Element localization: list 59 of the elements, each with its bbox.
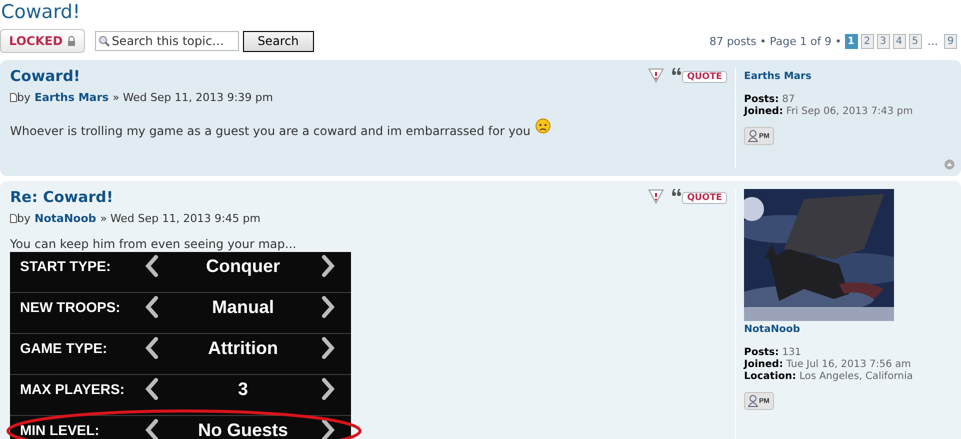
chevron-right-icon[interactable] xyxy=(321,337,335,359)
byline-prefix: by xyxy=(17,91,30,104)
setting-value: Conquer xyxy=(206,256,280,276)
chevron-left-icon[interactable] xyxy=(145,296,159,318)
profile-name[interactable]: NotaNoob xyxy=(744,324,960,335)
setting-value: Attrition xyxy=(208,338,278,358)
search-field[interactable]: Search this topic… xyxy=(94,31,239,51)
chevron-right-icon[interactable] xyxy=(321,296,335,318)
setting-value: 3 xyxy=(238,380,248,398)
page-link[interactable]: 5 xyxy=(908,34,922,48)
report-icon[interactable] xyxy=(648,68,664,83)
locked-button[interactable]: LOCKED xyxy=(0,29,85,53)
post-text: You can keep him from even seeing your map... xyxy=(10,237,296,251)
quote-mark-icon xyxy=(672,68,682,76)
profile-field: Joined: Tue Jul 16, 2013 7:56 am xyxy=(744,359,960,371)
search-icon xyxy=(98,35,110,47)
setting-label: START TYPE: xyxy=(20,257,112,275)
setting-value: Manual xyxy=(212,298,274,316)
post-date: » Wed Sep 11, 2013 9:39 pm xyxy=(112,91,273,104)
pagination-summary: 87 posts • Page 1 of 9 • xyxy=(709,34,842,48)
author-link[interactable]: NotaNoob xyxy=(34,212,96,225)
post-title[interactable]: Re: Coward! xyxy=(10,187,114,207)
setting-value: No Guests xyxy=(198,420,288,439)
topic-title: Coward! xyxy=(0,0,82,24)
quote-mark-icon xyxy=(672,189,682,197)
setting-label: GAME TYPE: xyxy=(20,339,108,357)
profile-field: Location: Los Angeles, California xyxy=(744,371,960,383)
profile-field: Joined: Fri Sep 06, 2013 7:43 pm xyxy=(744,106,960,118)
author-link[interactable]: Earths Mars xyxy=(34,91,109,104)
lock-icon xyxy=(66,36,76,46)
post-title[interactable]: Coward! xyxy=(10,66,80,86)
page-link[interactable]: 9 xyxy=(944,34,957,48)
chevron-left-icon[interactable] xyxy=(145,419,159,439)
chevron-left-icon[interactable] xyxy=(145,378,159,400)
page-link[interactable]: 2 xyxy=(860,34,874,48)
profile-field: Posts: 87 xyxy=(744,94,960,106)
post-date: » Wed Sep 11, 2013 9:45 pm xyxy=(100,212,260,225)
user-icon xyxy=(748,130,758,142)
chevron-left-icon[interactable] xyxy=(145,255,159,277)
search-button[interactable]: Search xyxy=(242,30,314,52)
page-link[interactable]: 3 xyxy=(876,34,890,48)
chevron-right-icon[interactable] xyxy=(321,419,335,439)
profile-field: Posts: 131 xyxy=(744,347,960,359)
post-icon xyxy=(10,214,17,223)
byline-prefix: by xyxy=(17,212,30,225)
page-link[interactable]: 4 xyxy=(892,34,906,48)
post-icon xyxy=(10,93,17,102)
profile-name[interactable]: Earths Mars xyxy=(744,71,960,82)
report-icon[interactable] xyxy=(648,189,664,204)
setting-label: MAX PLAYERS: xyxy=(20,380,126,398)
setting-label: NEW TROOPS: xyxy=(20,298,122,316)
chevron-right-icon[interactable] xyxy=(321,378,335,400)
user-icon xyxy=(748,395,758,407)
chevron-left-icon[interactable] xyxy=(145,337,159,359)
page-link[interactable]: 1 xyxy=(844,34,858,48)
setting-label: MIN LEVEL: xyxy=(20,421,100,439)
chevron-right-icon[interactable] xyxy=(321,255,335,277)
pagination-ellipsis: ... xyxy=(928,34,938,48)
post-text: Whoever is trolling my game as a guest you are a coward and im embarrassed for you xyxy=(10,124,530,138)
